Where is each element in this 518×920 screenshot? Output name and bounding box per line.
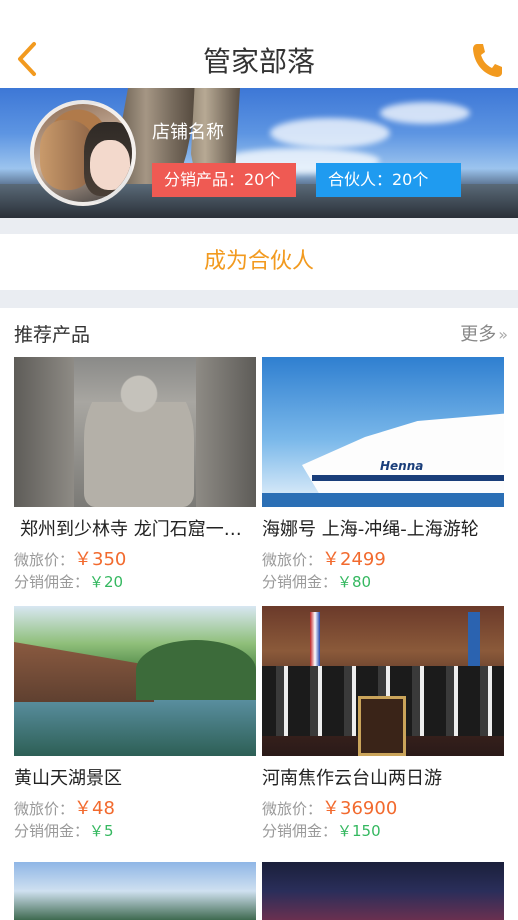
product-price: ￥350 [74,549,127,570]
product-price: ￥36900 [322,798,398,819]
product-card[interactable]: 郑州到少林寺 龙门石窟一日游 微旅价：￥350 分销佣金：￥20 [14,357,256,593]
price-label: 微旅价： [262,800,323,818]
price-label: 微旅价： [262,551,323,569]
product-commission: ￥80 [337,573,372,591]
product-card[interactable]: Henna 海娜号 上海-冲绳-上海游轮 微旅价：￥2499 分销佣金：￥80 [262,357,504,593]
product-image: Henna [262,357,504,507]
partners-badge[interactable]: 合伙人：20个 [316,163,461,197]
product-card[interactable] [14,862,256,920]
page-title: 管家部落 [202,45,315,78]
more-link[interactable]: 更多» [460,320,508,346]
divider [0,290,518,308]
product-price: ￥48 [74,798,115,819]
divider [0,218,518,234]
product-commission: ￥5 [89,822,114,840]
product-price: ￥2499 [322,549,386,570]
product-name: 河南焦作云台山两日游 [262,768,442,789]
product-image [14,862,256,920]
product-card[interactable]: 黄山天湖景区 微旅价：￥48 分销佣金：￥5 [14,606,256,842]
distribution-products-badge[interactable]: 分销产品：20个 [152,163,296,197]
product-name: 黄山天湖景区 [14,768,122,789]
product-name: 郑州到少林寺 龙门石窟一日游 [20,519,256,540]
product-image [14,606,256,756]
price-row: 微旅价：￥2499 [262,545,504,570]
commission-row: 分销佣金：￥80 [262,571,504,593]
product-card[interactable]: 河南焦作云台山两日游 微旅价：￥36900 分销佣金：￥150 [262,606,504,842]
price-row: 微旅价：￥350 [14,545,256,570]
price-row: 微旅价：￥36900 [262,794,504,819]
commission-label: 分销佣金： [262,822,338,840]
commission-row: 分销佣金：￥150 [262,820,504,842]
call-button[interactable] [468,40,504,80]
top-bar: 管家部落 [0,0,518,88]
shop-name: 店铺名称 [152,122,224,143]
product-name: 海娜号 上海-冲绳-上海游轮 [262,519,479,540]
double-chevron-right-icon: » [498,325,508,344]
become-partner-button[interactable]: 成为合伙人 [0,234,518,290]
product-image [14,357,256,507]
product-card[interactable] [262,862,504,920]
section-title: 推荐产品 [14,324,91,346]
phone-icon [473,44,502,77]
price-label: 微旅价： [14,800,75,818]
commission-row: 分销佣金：￥5 [14,820,256,842]
product-image [262,606,504,756]
product-image [262,862,504,920]
commission-label: 分销佣金： [262,573,338,591]
commission-label: 分销佣金： [14,822,90,840]
commission-row: 分销佣金：￥20 [14,571,256,593]
commission-label: 分销佣金： [14,573,90,591]
ship-name-text: Henna [380,459,424,473]
price-label: 微旅价： [14,551,75,569]
shop-avatar[interactable] [30,100,136,206]
price-row: 微旅价：￥48 [14,794,256,819]
more-label: 更多 [460,324,497,345]
product-commission: ￥150 [337,822,381,840]
product-commission: ￥20 [89,573,124,591]
